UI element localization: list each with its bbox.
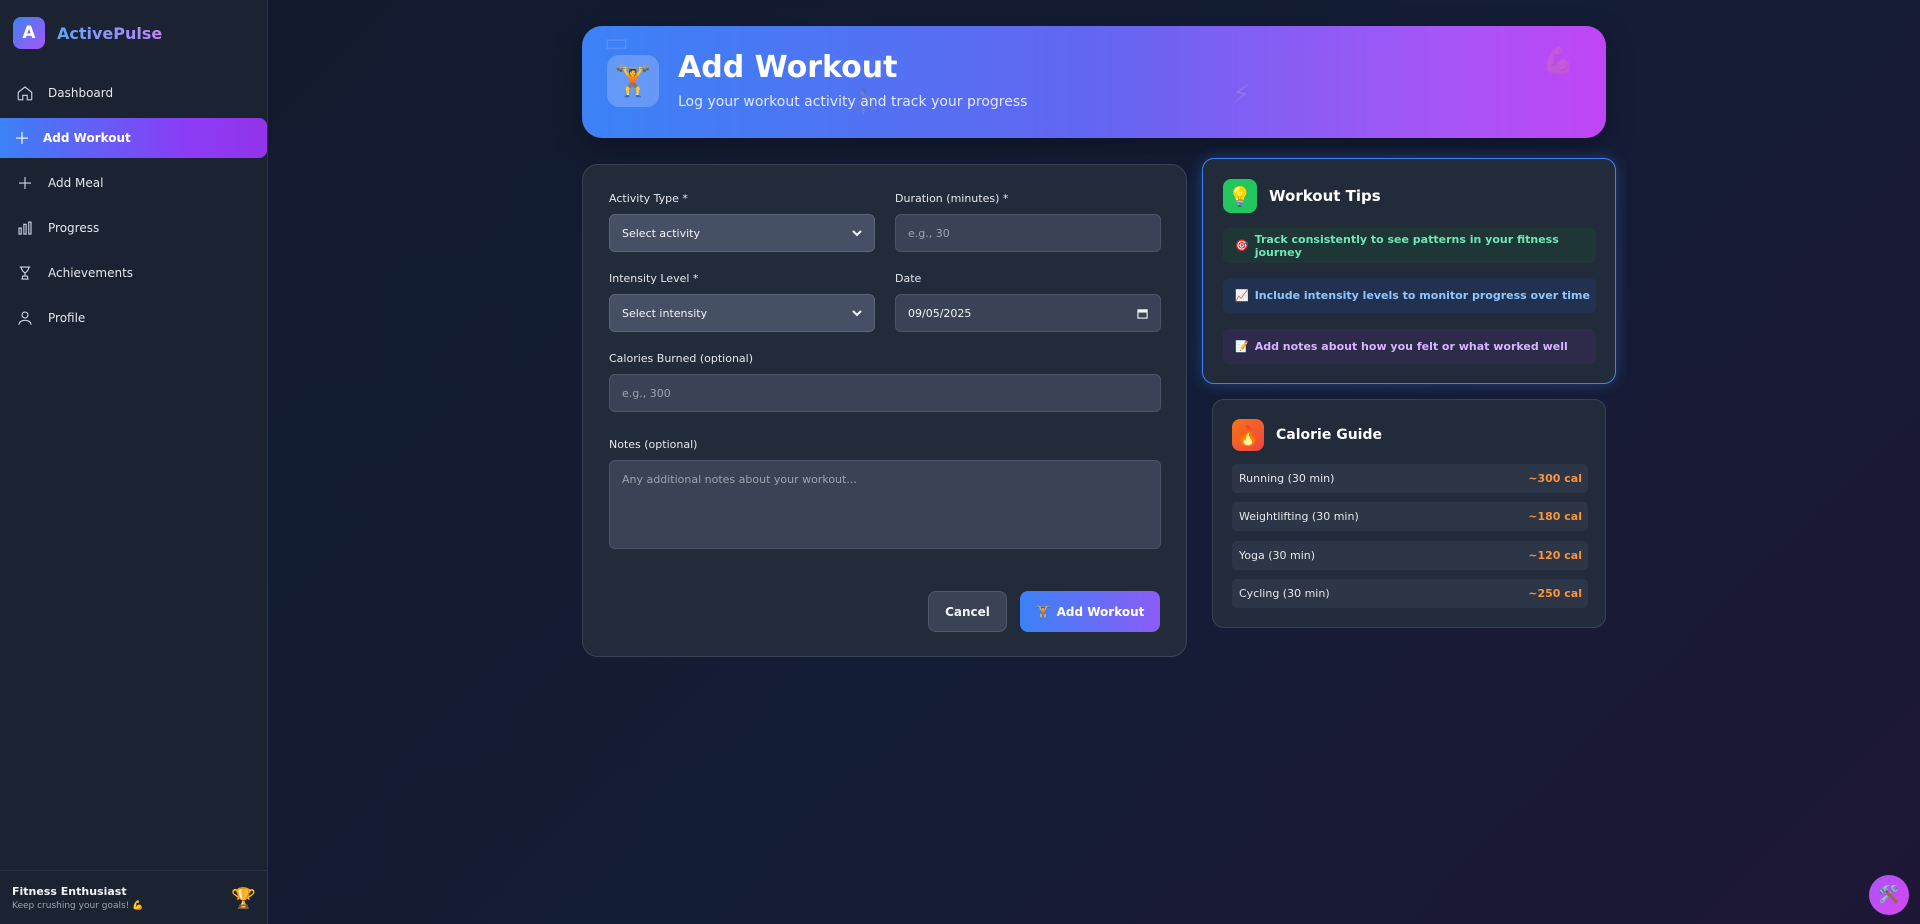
calorie-value: ~300 cal: [1528, 472, 1582, 485]
page-header: ▭ ⛹ ⚡ 💪 🏋️ Add Workout Log your workout …: [582, 26, 1606, 138]
plus-icon: [16, 132, 28, 144]
calories-input[interactable]: e.g., 300: [609, 374, 1161, 412]
user-title: Fitness Enthusiast: [12, 884, 127, 898]
home-icon: [17, 86, 33, 101]
page-subtitle: Log your workout activity and track your…: [678, 94, 1028, 110]
notes-field: Notes (optional) Any additional notes ab…: [609, 438, 1161, 549]
tips-header: 💡 Workout Tips: [1223, 179, 1381, 213]
plus-icon: [19, 177, 31, 189]
activity-type-value: Select activity: [622, 226, 700, 240]
chevron-down-icon: [852, 310, 862, 317]
chevron-down-icon: [852, 230, 862, 237]
sidebar-item-add-meal[interactable]: Add Meal: [0, 163, 268, 203]
add-workout-button[interactable]: 🏋️ Add Workout: [1020, 591, 1160, 632]
notes-placeholder: Any additional notes about your workout.…: [622, 473, 857, 486]
sidebar-item-label: Add Meal: [48, 176, 104, 190]
calorie-guide-card: 🔥 Calorie Guide Running (30 min) ~300 ca…: [1212, 399, 1606, 628]
calorie-value: ~120 cal: [1528, 549, 1582, 562]
cancel-button[interactable]: Cancel: [928, 591, 1007, 632]
sidebar-nav: Dashboard Add Workout Add Meal Progress …: [0, 73, 268, 343]
sidebar-item-label: Achievements: [48, 266, 134, 280]
calorie-row: Running (30 min) ~300 cal: [1232, 464, 1588, 493]
duration-input[interactable]: e.g., 30: [895, 214, 1161, 252]
trophy-icon: 🏆: [231, 885, 256, 910]
tools-fab-button[interactable]: 🛠️: [1869, 875, 1909, 915]
calorie-row: Yoga (30 min) ~120 cal: [1232, 541, 1588, 570]
activity-type-select[interactable]: Select activity: [609, 214, 875, 252]
brand-name: ActivePulse: [57, 23, 163, 43]
calorie-value: ~180 cal: [1528, 510, 1582, 523]
sidebar-item-dashboard[interactable]: Dashboard: [0, 73, 268, 113]
calorie-activity: Yoga (30 min): [1239, 549, 1316, 562]
intensity-select[interactable]: Select intensity: [609, 294, 875, 332]
chart-up-icon: 📈: [1235, 289, 1249, 302]
memo-icon: 📝: [1235, 340, 1249, 353]
notes-label: Notes (optional): [609, 438, 698, 451]
sidebar-item-label: Add Workout: [43, 131, 131, 145]
bar-chart-icon: [18, 221, 32, 235]
workout-form: Activity Type * Select activity Duration…: [582, 164, 1187, 657]
calorie-activity: Weightlifting (30 min): [1239, 510, 1359, 523]
sidebar-item-progress[interactable]: Progress: [0, 208, 268, 248]
lightbulb-icon: 💡: [1223, 179, 1257, 213]
intensity-label: Intensity Level *: [609, 272, 699, 285]
calendar-icon[interactable]: [1137, 308, 1148, 319]
fire-icon: 🔥: [1232, 419, 1264, 451]
sidebar-item-label: Profile: [48, 311, 86, 325]
calorie-value: ~250 cal: [1528, 587, 1582, 600]
calorie-row: Weightlifting (30 min) ~180 cal: [1232, 502, 1588, 531]
notes-textarea[interactable]: Any additional notes about your workout.…: [609, 460, 1161, 549]
duration-label: Duration (minutes) *: [895, 192, 1009, 205]
sidebar: A ActivePulse Dashboard Add Workout Add …: [0, 0, 268, 924]
calories-placeholder: e.g., 300: [622, 386, 671, 400]
date-input[interactable]: 09/05/2025: [895, 294, 1161, 332]
calorie-activity: Running (30 min): [1239, 472, 1335, 485]
date-field: Date 09/05/2025: [895, 272, 1161, 332]
tip-text: Track consistently to see patterns in yo…: [1254, 232, 1559, 259]
user-icon: [18, 311, 32, 325]
calorie-activity: Cycling (30 min): [1239, 587, 1330, 600]
tip-item: 📝 Add notes about how you felt or what w…: [1223, 329, 1596, 364]
page-title: Add Workout: [678, 50, 898, 85]
sidebar-item-label: Progress: [48, 221, 100, 235]
date-label: Date: [895, 272, 922, 285]
tip-text: Include intensity levels to monitor prog…: [1254, 289, 1590, 302]
tip-item: 🎯 Track consistently to see patterns in …: [1223, 228, 1596, 263]
calorie-guide-header: 🔥 Calorie Guide: [1232, 419, 1382, 451]
trophy-outline-icon: [19, 266, 31, 280]
dumbbell-deco-icon: ▭: [604, 28, 629, 58]
muscle-deco-icon: 💪: [1542, 46, 1575, 76]
add-workout-label: Add Workout: [1056, 604, 1145, 619]
lightning-deco-icon: ⚡: [1232, 80, 1251, 110]
activity-type-field: Activity Type * Select activity: [609, 192, 875, 252]
sidebar-item-add-workout[interactable]: Add Workout: [0, 118, 267, 158]
tips-title: Workout Tips: [1269, 187, 1381, 205]
sidebar-item-profile[interactable]: Profile: [0, 298, 268, 338]
workout-icon: 🏋️: [607, 55, 659, 107]
activity-type-label: Activity Type *: [609, 192, 688, 205]
calorie-guide-title: Calorie Guide: [1276, 427, 1382, 443]
calories-label: Calories Burned (optional): [609, 352, 754, 365]
intensity-value: Select intensity: [622, 306, 708, 320]
brand-logo: A: [13, 17, 45, 49]
brand[interactable]: A ActivePulse: [13, 17, 162, 49]
calorie-row: Cycling (30 min) ~250 cal: [1232, 579, 1588, 608]
date-value: 09/05/2025: [908, 306, 972, 320]
sidebar-item-label: Dashboard: [48, 86, 114, 100]
user-tagline: Keep crushing your goals! 💪: [12, 900, 144, 911]
tip-item: 📈 Include intensity levels to monitor pr…: [1223, 278, 1596, 313]
calories-field: Calories Burned (optional) e.g., 300: [609, 352, 1161, 412]
dumbbell-icon: 🏋️: [1035, 604, 1051, 619]
target-icon: 🎯: [1235, 239, 1249, 252]
user-summary: Fitness Enthusiast Keep crushing your go…: [0, 870, 268, 924]
intensity-field: Intensity Level * Select intensity: [609, 272, 875, 332]
sidebar-item-achievements[interactable]: Achievements: [0, 253, 268, 293]
tools-icon: 🛠️: [1878, 885, 1900, 905]
duration-field: Duration (minutes) * e.g., 30: [895, 192, 1161, 252]
workout-tips-card: 💡 Workout Tips 🎯 Track consistently to s…: [1202, 158, 1616, 384]
tip-text: Add notes about how you felt or what wor…: [1254, 340, 1568, 353]
duration-placeholder: e.g., 30: [908, 226, 950, 240]
